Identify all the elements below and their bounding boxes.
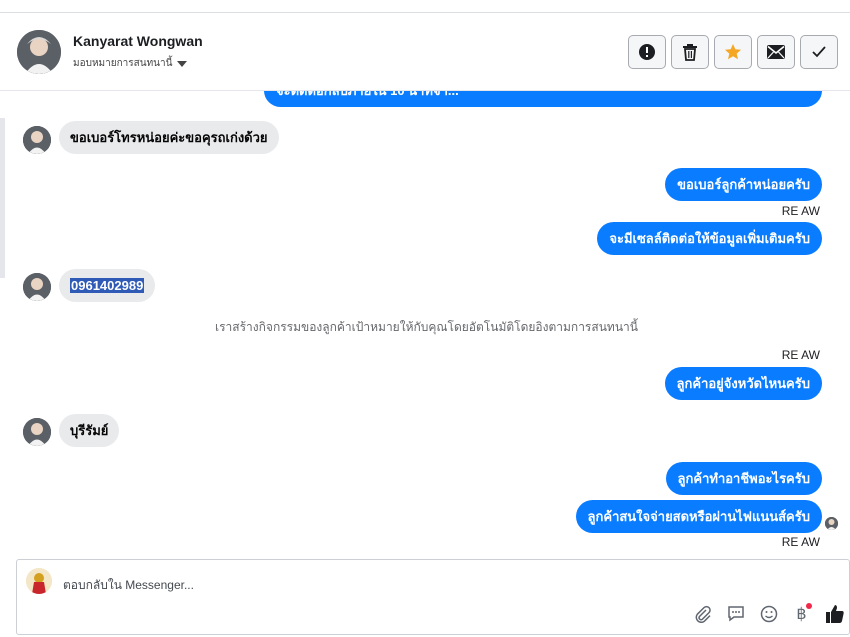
contact-avatar-small xyxy=(23,126,51,154)
contact-name: Kanyarat Wongwan xyxy=(73,33,203,49)
assign-conversation-dropdown[interactable]: มอบหมายการสนทนานี้ xyxy=(73,56,188,71)
thumbs-up-icon xyxy=(825,604,844,623)
attach-button[interactable] xyxy=(692,603,713,624)
sender-label: RE AW xyxy=(781,348,820,362)
message-bubble-outgoing: จะมีเซลล์ติดต่อให้ข้อมูลเพิ่มเติมครับ xyxy=(597,222,822,255)
reply-composer: ตอบกลับใน Messenger... ฿ xyxy=(16,559,850,635)
reply-input[interactable]: ตอบกลับใน Messenger... xyxy=(63,576,194,595)
emoji-button[interactable] xyxy=(758,603,779,624)
system-note: เราสร้างกิจกรรมของลูกค้าเป้าหมายให้กับคุ… xyxy=(215,320,638,334)
message-bubble-incoming: 0961402989 xyxy=(59,269,156,302)
star-button[interactable] xyxy=(714,35,752,69)
baht-icon: ฿ xyxy=(796,604,807,623)
message-bubble-outgoing: จะติดต่อกลับภายใน 10 นาทีจ้า... xyxy=(264,91,822,107)
selected-phone-number[interactable]: 0961402989 xyxy=(70,278,145,293)
sender-label: RE AW xyxy=(781,535,820,549)
delete-button[interactable] xyxy=(671,35,709,69)
done-button[interactable] xyxy=(800,35,838,69)
message-bubble-outgoing: ลูกค้าอยู่จังหวัดไหนครับ xyxy=(664,367,822,400)
message-bubble-outgoing: ลูกค้าทำอาชีพอะไรครับ xyxy=(665,462,822,495)
paperclip-icon xyxy=(695,605,711,623)
notification-dot xyxy=(806,603,812,609)
header-actions xyxy=(628,35,838,69)
payment-button[interactable]: ฿ xyxy=(791,603,812,624)
message-thread[interactable]: จะติดต่อกลับภายใน 10 นาทีจ้า... ขอเบอร์โ… xyxy=(0,91,850,559)
saved-replies-button[interactable] xyxy=(725,603,746,624)
seen-avatar xyxy=(825,517,838,530)
conversation-header: Kanyarat Wongwan มอบหมายการสนทนานี้ xyxy=(0,13,850,91)
trash-icon xyxy=(683,44,697,61)
mail-button[interactable] xyxy=(757,35,795,69)
contact-avatar-small xyxy=(23,418,51,446)
message-bubble-outgoing: ขอเบอร์ลูกค้าหน่อยครับ xyxy=(665,168,822,201)
exclamation-circle-icon xyxy=(639,44,655,60)
check-icon xyxy=(812,46,826,58)
envelope-icon xyxy=(767,45,785,59)
message-bubble-incoming: ขอเบอร์โทรหน่อยค่ะขอคุรถเก่งด้วย xyxy=(59,121,279,154)
like-button[interactable] xyxy=(824,603,845,624)
assign-label: มอบหมายการสนทนานี้ xyxy=(73,58,173,69)
sender-label: RE AW xyxy=(781,204,820,218)
smiley-icon xyxy=(760,605,777,622)
composer-tools: ฿ xyxy=(692,603,845,624)
report-button[interactable] xyxy=(628,35,666,69)
caret-down-icon xyxy=(177,60,188,67)
star-icon xyxy=(725,44,741,60)
page-avatar xyxy=(26,568,52,594)
message-bubble-incoming: บุรีรัมย์ xyxy=(59,414,120,447)
contact-avatar-small xyxy=(23,273,51,301)
contact-avatar[interactable] xyxy=(17,30,61,74)
chat-bubble-icon xyxy=(727,605,744,621)
message-bubble-outgoing: ลูกค้าสนใจจ่ายสดหรือผ่านไฟแนนส์ครับ xyxy=(575,500,822,533)
